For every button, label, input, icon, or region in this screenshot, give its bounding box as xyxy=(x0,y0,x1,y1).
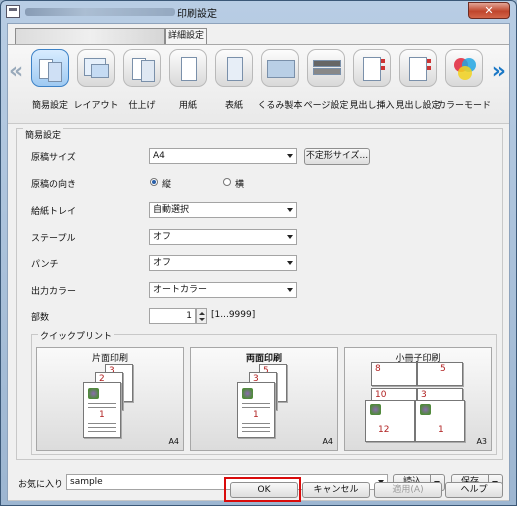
dropdown-arrow-icon xyxy=(287,154,293,158)
favorites-label: お気に入り xyxy=(18,480,64,490)
title-blurred-region xyxy=(25,8,175,16)
page-thumb: 1 xyxy=(237,382,275,438)
page-thumb: 8 xyxy=(371,362,417,386)
close-button[interactable]: ✕ xyxy=(468,2,510,19)
copies-stepper[interactable] xyxy=(196,308,207,324)
paper-size: A3 xyxy=(476,437,487,446)
flower-image-icon xyxy=(88,388,99,399)
cover-icon xyxy=(215,49,253,87)
dropdown-arrow-icon xyxy=(287,235,293,239)
page-number: 1 xyxy=(253,410,259,420)
tray-value: 自動選択 xyxy=(153,205,190,215)
layout-icon xyxy=(77,49,115,87)
help-button[interactable]: ヘルプ xyxy=(445,482,503,498)
landscape-radio[interactable] xyxy=(223,178,231,186)
page-number: 1 xyxy=(438,425,444,435)
dropdown-arrow-icon xyxy=(287,261,293,265)
quick-print-group: クイックプリント 片面印刷 3 2 1 A4 両面印刷 5 3 1 A4 小冊子… xyxy=(31,329,497,455)
apply-button[interactable]: 適用(A) xyxy=(374,482,442,498)
copies-label: 部数 xyxy=(31,313,50,323)
tray-select[interactable]: 自動選択 xyxy=(149,202,297,218)
copies-range: [1...9999] xyxy=(211,310,256,320)
paper-size-value: A4 xyxy=(153,151,165,161)
portrait-radio[interactable] xyxy=(150,178,158,186)
page-thumb: 1 xyxy=(83,382,121,438)
paper-icon xyxy=(169,49,207,87)
quick-print-duplex-card[interactable]: 両面印刷 5 3 1 A4 xyxy=(190,347,338,451)
tab-insert-icon xyxy=(353,49,391,87)
color-mode-icon xyxy=(445,49,483,87)
favorites-value: sample xyxy=(70,477,103,487)
toolbar-item-color-mode[interactable]: カラーモード xyxy=(437,49,491,121)
scroll-left-icon[interactable]: « xyxy=(9,61,23,83)
paper-size: A4 xyxy=(168,437,179,446)
orientation-label: 原稿の向き xyxy=(31,180,77,190)
page-thumb: 1 xyxy=(415,400,465,442)
quick-settings-group: 簡易設定 原稿サイズ A4 不定形サイズ... 原稿の向き 縦 横 給紙トレイ … xyxy=(16,128,503,460)
tab-blurred[interactable] xyxy=(15,28,165,44)
page-thumb: 5 xyxy=(417,362,463,386)
paper-size-select[interactable]: A4 xyxy=(149,148,297,164)
portrait-label: 縦 xyxy=(162,180,172,190)
page-number: 12 xyxy=(378,425,390,435)
punch-value: オフ xyxy=(153,258,172,268)
dropdown-arrow-icon xyxy=(287,288,293,292)
toolbar-item-label: カラーモード xyxy=(436,101,491,111)
dropdown-arrow-icon xyxy=(287,208,293,212)
page-setting-icon xyxy=(307,49,345,87)
page-number: 10 xyxy=(375,390,387,400)
flower-image-icon xyxy=(370,404,381,415)
tab-detail-settings[interactable]: 詳細設定 xyxy=(165,28,207,44)
paper-size: A4 xyxy=(322,437,333,446)
perfect-binding-icon xyxy=(261,49,299,87)
spin-up-icon[interactable] xyxy=(199,312,205,315)
quick-print-title: クイックプリント xyxy=(38,329,115,342)
page-number: 5 xyxy=(440,364,446,374)
punch-label: パンチ xyxy=(31,260,59,270)
staple-value: オフ xyxy=(153,232,172,242)
page-thumb: 12 xyxy=(365,400,415,442)
punch-select[interactable]: オフ xyxy=(149,255,297,271)
landscape-label: 横 xyxy=(235,180,245,190)
page-number: 3 xyxy=(421,390,427,400)
card-title: 両面印刷 xyxy=(245,354,282,364)
print-settings-window: 印刷設定 ✕ 詳細設定 « » 簡易設定 レイアウト 仕上げ 用紙 表紙 くるみ… xyxy=(0,0,517,506)
output-color-label: 出力カラー xyxy=(31,287,77,297)
scroll-right-icon[interactable]: » xyxy=(492,61,506,83)
quick-print-simplex-card[interactable]: 片面印刷 3 2 1 A4 xyxy=(36,347,184,451)
page-number: 8 xyxy=(375,364,381,374)
custom-size-button[interactable]: 不定形サイズ... xyxy=(304,148,370,165)
title-bar: 印刷設定 ✕ xyxy=(1,1,516,23)
cancel-button[interactable]: キャンセル xyxy=(302,482,370,498)
page-number: 1 xyxy=(99,410,105,420)
output-color-value: オートカラー xyxy=(153,285,208,295)
paper-size-label: 原稿サイズ xyxy=(31,153,76,163)
window-title: 印刷設定 xyxy=(177,9,217,20)
card-title: 片面印刷 xyxy=(91,354,128,364)
flower-image-icon xyxy=(420,404,431,415)
staple-select[interactable]: オフ xyxy=(149,229,297,245)
flower-image-icon xyxy=(242,388,253,399)
output-color-select[interactable]: オートカラー xyxy=(149,282,297,298)
section-title: 簡易設定 xyxy=(23,128,64,141)
printer-icon xyxy=(6,5,20,18)
tray-label: 給紙トレイ xyxy=(31,207,77,217)
quick-print-booklet-card[interactable]: 小冊子印刷 8 5 10 3 12 1 A3 xyxy=(344,347,492,451)
ok-button-highlight xyxy=(224,477,301,502)
staple-label: ステープル xyxy=(31,234,76,244)
finishing-icon xyxy=(123,49,161,87)
spin-down-icon[interactable] xyxy=(199,318,205,321)
quick-setting-icon xyxy=(31,49,69,87)
dialog-body: 詳細設定 « » 簡易設定 レイアウト 仕上げ 用紙 表紙 くるみ製本 ページ設… xyxy=(7,23,510,501)
tab-setting-icon xyxy=(399,49,437,87)
tab-strip: 詳細設定 xyxy=(8,24,509,44)
copies-input[interactable]: 1 xyxy=(149,308,196,324)
feature-toolbar: « » 簡易設定 レイアウト 仕上げ 用紙 表紙 くるみ製本 ページ設定 見出し… xyxy=(8,44,509,124)
